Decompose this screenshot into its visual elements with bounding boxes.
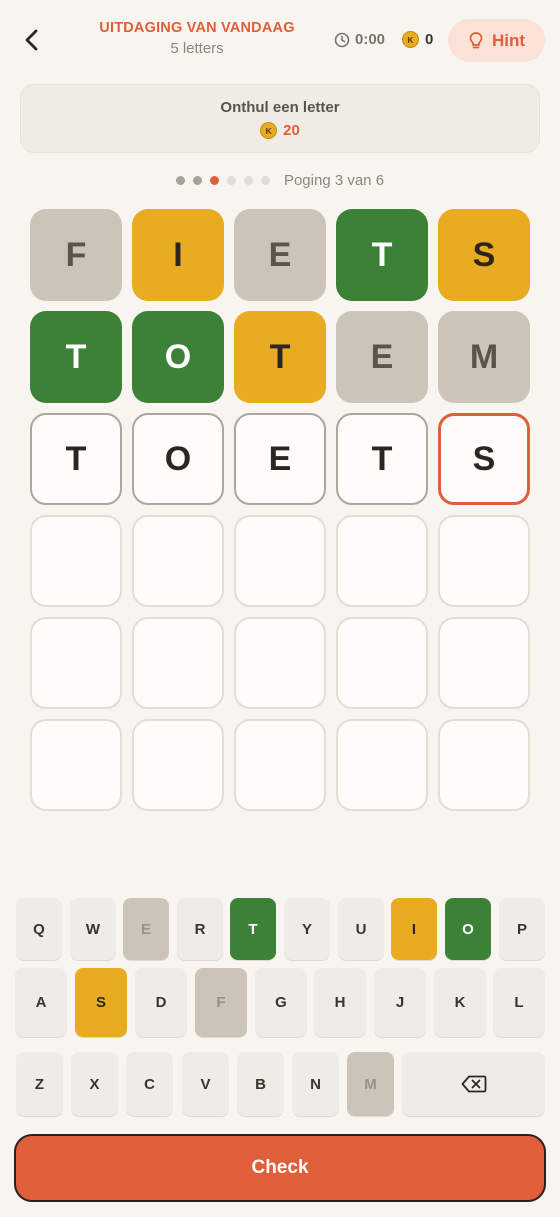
key-a[interactable]: A xyxy=(15,968,67,1037)
key-e[interactable]: E xyxy=(123,898,169,960)
letter-tile xyxy=(234,515,326,607)
key-n[interactable]: N xyxy=(292,1052,339,1116)
progress-dots xyxy=(175,175,270,185)
key-h[interactable]: H xyxy=(314,968,366,1037)
key-x[interactable]: X xyxy=(71,1052,118,1116)
backspace-key[interactable] xyxy=(402,1052,545,1116)
letter-tile xyxy=(234,617,326,709)
letter-tile xyxy=(30,515,122,607)
chevron-left-icon xyxy=(25,29,38,51)
letter-tile xyxy=(438,719,530,811)
backspace-icon xyxy=(461,1075,486,1093)
board-row xyxy=(30,515,530,607)
progress-dot xyxy=(243,175,253,185)
key-y[interactable]: Y xyxy=(284,898,330,960)
coin-balance: K 0 xyxy=(402,31,433,48)
title-block: UITDAGING VAN VANDAAG 5 letters xyxy=(90,20,304,57)
attempt-progress: Poging 3 van 6 xyxy=(0,170,560,190)
key-w[interactable]: W xyxy=(70,898,116,960)
board-row xyxy=(30,719,530,811)
progress-dot xyxy=(192,175,202,185)
letter-tile: T xyxy=(30,311,122,403)
attempt-text: Poging 3 van 6 xyxy=(283,171,385,189)
key-m[interactable]: M xyxy=(347,1052,394,1116)
letter-tile xyxy=(132,719,224,811)
letter-tile xyxy=(132,617,224,709)
key-d[interactable]: D xyxy=(135,968,187,1037)
hint-button[interactable]: Hint xyxy=(448,19,545,62)
coin-count: 0 xyxy=(425,31,434,48)
letter-tile xyxy=(30,719,122,811)
key-g[interactable]: G xyxy=(255,968,307,1037)
key-c[interactable]: C xyxy=(126,1052,173,1116)
coin-icon: K xyxy=(402,31,419,48)
board-row: TOETS xyxy=(30,413,530,505)
reveal-cost-value: 20 xyxy=(283,122,300,139)
page-title: UITDAGING VAN VANDAAG xyxy=(99,20,295,36)
letter-tile: F xyxy=(30,209,122,301)
progress-dot xyxy=(226,175,236,185)
key-k[interactable]: K xyxy=(434,968,486,1037)
letter-tile xyxy=(30,617,122,709)
key-f[interactable]: F xyxy=(195,968,247,1037)
letter-tile xyxy=(438,617,530,709)
timer-value: 0:00 xyxy=(355,31,386,48)
reveal-letter-card[interactable]: Onthul een letter K 20 xyxy=(20,84,540,153)
back-button[interactable] xyxy=(18,26,46,54)
key-t[interactable]: T xyxy=(230,898,276,960)
letter-tile: O xyxy=(132,311,224,403)
progress-dot xyxy=(260,175,270,185)
letter-tile[interactable]: S xyxy=(438,413,530,505)
letter-tile: E xyxy=(234,413,326,505)
progress-dot xyxy=(209,175,219,185)
hint-label: Hint xyxy=(491,30,526,50)
key-l[interactable]: L xyxy=(493,968,545,1037)
key-b[interactable]: B xyxy=(237,1052,284,1116)
check-button[interactable]: Check xyxy=(14,1134,546,1202)
letter-tile: T xyxy=(234,311,326,403)
key-v[interactable]: V xyxy=(182,1052,229,1116)
letter-tile: S xyxy=(438,209,530,301)
letter-tile: I xyxy=(132,209,224,301)
letter-tile: T xyxy=(336,209,428,301)
clock-icon xyxy=(334,32,350,47)
letter-tile: M xyxy=(438,311,530,403)
coin-icon: K xyxy=(260,122,278,139)
key-r[interactable]: R xyxy=(177,898,223,960)
letter-tile: T xyxy=(30,413,122,505)
progress-dot xyxy=(175,175,185,185)
key-j[interactable]: J xyxy=(374,968,426,1037)
key-z[interactable]: Z xyxy=(16,1052,63,1116)
board-row xyxy=(30,617,530,709)
key-i[interactable]: I xyxy=(391,898,437,960)
key-p[interactable]: P xyxy=(499,898,545,960)
page-subtitle: 5 letters xyxy=(170,40,224,57)
letter-tile xyxy=(336,617,428,709)
board-row: TOTEM xyxy=(30,311,530,403)
letter-tile xyxy=(132,515,224,607)
letter-tile xyxy=(336,515,428,607)
reveal-letter-cost: K 20 xyxy=(21,122,539,139)
letter-tile xyxy=(438,515,530,607)
letter-tile xyxy=(336,719,428,811)
header: UITDAGING VAN VANDAAG 5 letters 0:00 K 0… xyxy=(0,0,560,82)
letter-tile xyxy=(234,719,326,811)
letter-tile: T xyxy=(336,413,428,505)
letter-tile: E xyxy=(234,209,326,301)
reveal-letter-title: Onthul een letter xyxy=(220,99,340,116)
key-q[interactable]: Q xyxy=(16,898,62,960)
lightbulb-icon xyxy=(469,31,483,48)
key-s[interactable]: S xyxy=(75,968,127,1037)
letter-tile: E xyxy=(336,311,428,403)
board-row: FIETS xyxy=(30,209,530,301)
timer: 0:00 xyxy=(334,31,385,48)
letter-tile: O xyxy=(132,413,224,505)
key-o[interactable]: O xyxy=(445,898,491,960)
key-u[interactable]: U xyxy=(338,898,384,960)
